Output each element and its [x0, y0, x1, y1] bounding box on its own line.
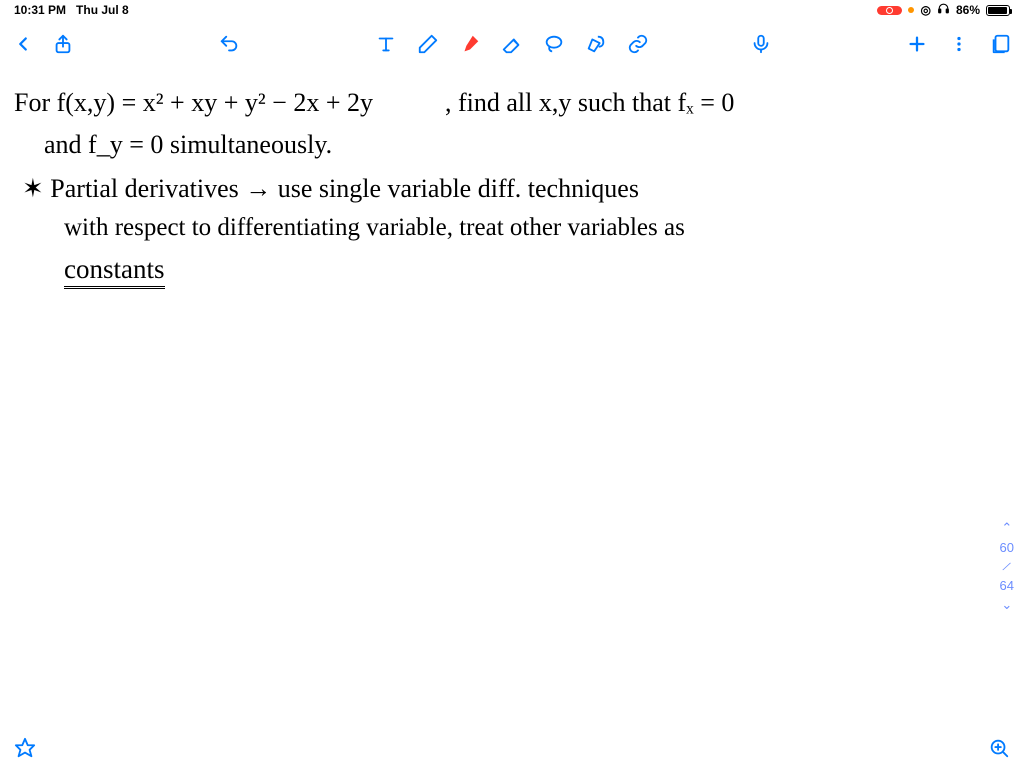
highlighter-tool-button[interactable] [459, 33, 481, 55]
note-line-5: constants [64, 254, 165, 289]
add-button[interactable] [906, 33, 928, 55]
page-sep: ∕ [1004, 559, 1010, 574]
note-line-3: ✶ Partial derivatives → use single varia… [22, 174, 639, 204]
status-left: 10:31 PM Thu Jul 8 [14, 3, 129, 17]
note-line-4: with respect to differentiating variable… [64, 214, 685, 242]
note-canvas[interactable]: For f(x,y) = x² + xy + y² − 2x + 2y , fi… [0, 68, 1024, 728]
text-tool-button[interactable] [375, 33, 397, 55]
shapes-tool-button[interactable] [585, 33, 607, 55]
pencil-tool-button[interactable] [417, 33, 439, 55]
status-right: ◎ 86% [877, 2, 1010, 18]
battery-icon [986, 5, 1010, 16]
note-line-1b: , find all x,y such that fₓ = 0 [445, 88, 734, 118]
record-dot-icon [886, 7, 893, 14]
link-tool-button[interactable] [627, 33, 649, 55]
page-current: 60 [1000, 540, 1014, 555]
microphone-button[interactable] [750, 33, 772, 55]
zoom-in-button[interactable] [988, 737, 1010, 759]
battery-percent: 86% [956, 3, 980, 17]
favorite-button[interactable] [14, 737, 36, 759]
back-button[interactable] [12, 33, 34, 55]
bottom-bar [0, 728, 1024, 768]
page-total: 64 [1000, 578, 1014, 593]
share-button[interactable] [52, 33, 74, 55]
target-icon: ◎ [920, 3, 930, 17]
eraser-tool-button[interactable] [501, 33, 523, 55]
lasso-tool-button[interactable] [543, 33, 565, 55]
status-date: Thu Jul 8 [76, 3, 129, 17]
page-view-button[interactable] [990, 33, 1012, 55]
undo-button[interactable] [218, 33, 240, 55]
note-line-2: and f_y = 0 simultaneously. [44, 130, 332, 160]
app-toolbar [0, 20, 1024, 68]
recording-pill[interactable] [877, 6, 902, 15]
more-button[interactable] [948, 33, 970, 55]
page-down-button[interactable]: ⌄ [1001, 597, 1012, 613]
status-bar: 10:31 PM Thu Jul 8 ◎ 86% [0, 0, 1024, 20]
page-up-button[interactable]: ⌃ [1001, 520, 1012, 536]
privacy-dot-icon [908, 7, 914, 13]
page-navigator: ⌃ 60 ∕ 64 ⌄ [1000, 520, 1014, 613]
headphone-icon [937, 2, 950, 18]
status-time: 10:31 PM [14, 3, 66, 17]
note-line-1a: For f(x,y) = x² + xy + y² − 2x + 2y [14, 88, 373, 118]
